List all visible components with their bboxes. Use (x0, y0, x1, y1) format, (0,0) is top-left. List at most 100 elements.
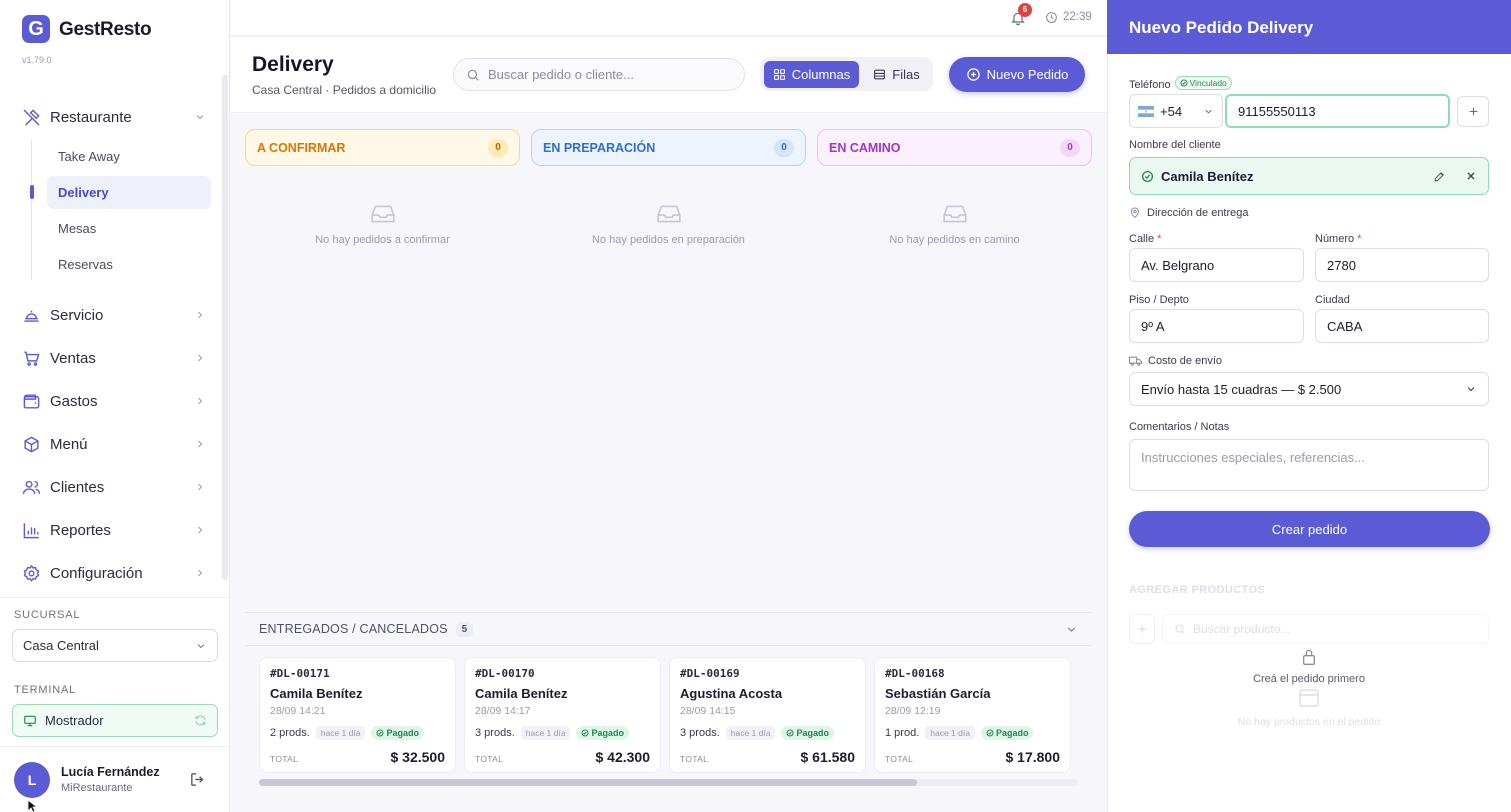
search-icon (466, 68, 480, 82)
delivered-title: ENTREGADOS / CANCELADOS (259, 622, 448, 636)
scrollbar-thumb[interactable] (259, 779, 917, 786)
inbox-icon (656, 203, 682, 225)
linked-badge-text: Vinculado (1189, 78, 1227, 88)
column-title: EN CAMINO (829, 140, 901, 155)
sidebar-item-mesas[interactable]: Mesas (47, 212, 211, 245)
city-label: Ciudad (1315, 294, 1350, 306)
product-search-input[interactable]: Buscar producto... (1162, 614, 1489, 644)
terminal-label: TERMINAL (14, 684, 77, 696)
list-icon (873, 68, 886, 81)
nav-label: Menú (50, 435, 88, 453)
number-label-text: Número (1315, 233, 1355, 245)
empty-message: No hay pedidos en preparación (592, 234, 745, 246)
column-count: 0 (1060, 138, 1080, 157)
check-circle-icon (1180, 79, 1188, 87)
order-card[interactable]: #DL-00169 Agustina Acosta 28/09 14:15 3 … (669, 657, 866, 773)
add-product-button[interactable] (1129, 614, 1155, 644)
status-badge: Pagado (781, 726, 834, 740)
linked-badge: Vinculado (1174, 76, 1232, 90)
close-icon[interactable] (1465, 170, 1477, 182)
page-title: Delivery (252, 53, 334, 76)
city-field[interactable]: CABA (1315, 309, 1489, 343)
order-customer: Camila Benítez (475, 686, 568, 701)
street-field[interactable]: Av. Belgrano (1129, 248, 1304, 282)
branch-label: SUCURSAL (14, 609, 81, 621)
status-text: Pagado (386, 728, 419, 738)
floor-label: Piso / Depto (1129, 294, 1189, 306)
nav-configuracion[interactable]: Configuración (10, 555, 210, 591)
delivered-section-header[interactable]: ENTREGADOS / CANCELADOS 5 (245, 612, 1092, 646)
status-badge: Pagado (576, 726, 629, 740)
order-code: #DL-00168 (885, 667, 945, 680)
avatar[interactable]: L (14, 762, 50, 798)
country-code-select[interactable]: +54 (1129, 94, 1223, 128)
search-input[interactable]: Buscar pedido o cliente... (453, 58, 745, 91)
view-columns-label: Columnas (791, 67, 851, 82)
nav-ventas[interactable]: Ventas (10, 340, 210, 376)
nav-menu[interactable]: Menú (10, 426, 210, 462)
nav-gastos[interactable]: Gastos (10, 383, 210, 419)
user-name: Lucía Fernández (61, 765, 160, 779)
view-rows-label: Filas (892, 67, 920, 82)
app-version: v1.79.0 (22, 55, 52, 65)
product-search-placeholder: Buscar producto... (1193, 622, 1291, 636)
logout-icon[interactable] (189, 771, 206, 788)
client-name-field[interactable]: Camila Benítez (1129, 157, 1489, 195)
top-bar (231, 0, 1107, 36)
order-total: $ 17.800 (1005, 749, 1061, 765)
check-circle-icon (786, 729, 794, 737)
nav-clientes[interactable]: Clientes (10, 469, 210, 505)
flag-argentina-icon (1138, 105, 1154, 117)
street-label: Calle * (1129, 233, 1162, 245)
mouse-cursor-icon (27, 800, 39, 812)
pencil-icon[interactable] (1433, 170, 1446, 183)
active-marker (30, 185, 34, 199)
branch-select[interactable]: Casa Central (12, 629, 218, 662)
order-card[interactable]: #DL-00168 Sebastián García 28/09 12:19 1… (874, 657, 1071, 773)
shipping-label: Costo de envío (1148, 355, 1222, 367)
sidebar-scrollbar[interactable] (222, 75, 228, 580)
order-card[interactable]: #DL-00170 Camila Benítez 28/09 14:17 3 p… (464, 657, 661, 773)
add-phone-button[interactable] (1457, 96, 1489, 127)
order-code: #DL-00171 (270, 667, 330, 680)
submenu-line (31, 140, 32, 280)
nav-servicio[interactable]: Servicio (10, 297, 210, 333)
order-date: 28/09 14:21 (270, 705, 326, 717)
plus-icon (1469, 107, 1477, 116)
number-field[interactable]: 2780 (1315, 248, 1489, 282)
floor-field[interactable]: 9º A (1129, 309, 1304, 343)
utensils-icon (10, 108, 50, 127)
view-rows-button[interactable]: Filas (865, 61, 928, 88)
column-title: EN PREPARACIÓN (543, 140, 656, 155)
no-products-message: No hay productos en el pedido (1237, 716, 1381, 728)
terminal-select[interactable]: Mostrador (12, 704, 218, 737)
refresh-icon[interactable] (194, 714, 207, 727)
nav-reportes[interactable]: Reportes (10, 512, 210, 548)
sidebar-item-delivery[interactable]: Delivery (47, 176, 211, 209)
terminal-value: Mostrador (45, 713, 104, 728)
chevron-right-icon (190, 395, 210, 407)
nav-restaurante[interactable]: Restaurante (10, 99, 210, 135)
phone-field[interactable]: 91155550113 (1225, 94, 1450, 128)
street-label-text: Calle (1129, 233, 1155, 245)
shipping-select[interactable]: Envío hasta 15 cuadras — $ 2.500 (1129, 372, 1489, 406)
create-order-button[interactable]: Crear pedido (1129, 511, 1490, 547)
grid-icon (773, 68, 786, 81)
shipping-section: Costo de envío (1129, 355, 1222, 367)
order-total: $ 32.500 (390, 749, 446, 765)
chevron-down-icon[interactable] (1065, 623, 1078, 636)
nav-label: Reportes (50, 521, 111, 539)
app-name: GestResto (59, 19, 152, 40)
column-count: 0 (488, 138, 508, 157)
client-name: Camila Benítez (1161, 168, 1254, 184)
total-label: TOTAL (885, 754, 914, 764)
map-pin-icon (1129, 207, 1141, 219)
new-order-button[interactable]: Nuevo Pedido (949, 57, 1085, 92)
empty-state-preparation: No hay pedidos en preparación (531, 203, 806, 246)
order-card[interactable]: #DL-00171 Camila Benítez 28/09 14:21 2 p… (259, 657, 456, 773)
sidebar-item-take-away[interactable]: Take Away (47, 140, 211, 173)
view-columns-button[interactable]: Columnas (764, 61, 859, 88)
notes-textarea[interactable]: Instrucciones especiales, referencias... (1129, 439, 1489, 491)
sidebar-item-reservas[interactable]: Reservas (47, 248, 211, 281)
chevron-down-icon (1465, 383, 1477, 395)
